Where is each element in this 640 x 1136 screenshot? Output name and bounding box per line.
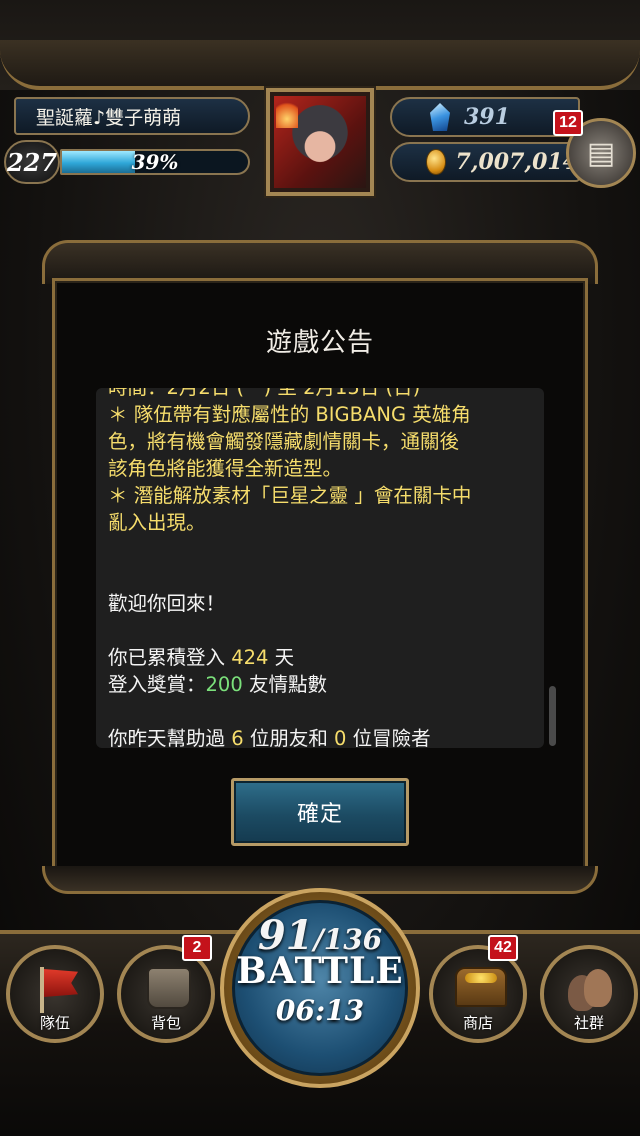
login-prefix: 你已累積登入 bbox=[108, 646, 232, 669]
level-row: 227 39% bbox=[4, 140, 254, 184]
player-name-plate[interactable]: 聖誕蘿♪雙子萌萌 bbox=[14, 97, 250, 135]
login-reward-text: 登入獎賞：200 友情點數 bbox=[108, 671, 532, 698]
battle-label: BATTLE bbox=[236, 950, 404, 992]
reward-suffix: 友情點數 bbox=[242, 673, 327, 696]
announcement-line: 該角色將能獲得全新造型。 bbox=[108, 457, 343, 480]
exp-bar: 39% bbox=[60, 149, 250, 175]
help-adventurers-value: 0 bbox=[334, 727, 347, 748]
nav-team-label: 隊伍 bbox=[39, 1014, 70, 1032]
announcement-content: 時間：2月2日 (一) 至 2月15日 (日) ＊ 隊伍帶有對應屬性的 BIGB… bbox=[108, 388, 532, 748]
exp-percent: 39% bbox=[131, 150, 179, 174]
coin-counter[interactable]: 7,007,014 bbox=[390, 142, 580, 182]
treasure-chest-icon bbox=[455, 967, 507, 1007]
stamina-timer: 06:13 bbox=[275, 994, 365, 1027]
notice-board-icon: ▤ bbox=[586, 135, 616, 171]
leader-avatar[interactable] bbox=[266, 88, 374, 196]
login-days-value: 424 bbox=[231, 646, 269, 669]
people-icon bbox=[568, 969, 614, 1011]
announcement-line: 時間：2月2日 (一) 至 2月15日 (日) bbox=[108, 388, 532, 401]
notice-badge: 12 bbox=[553, 110, 583, 136]
nav-social-label: 社群 bbox=[573, 1014, 604, 1032]
login-suffix: 天 bbox=[268, 646, 295, 669]
help-friends-value: 6 bbox=[231, 727, 244, 748]
coin-count: 7,007,014 bbox=[455, 149, 578, 175]
nav-team-button[interactable]: 隊伍 bbox=[6, 945, 104, 1043]
welcome-text: 歡迎你回來！ bbox=[108, 592, 226, 615]
announcement-line: 亂入出現。 bbox=[108, 511, 206, 534]
help-mid: 位朋友和 bbox=[243, 727, 335, 748]
coin-icon bbox=[426, 149, 446, 175]
help-prefix: 你昨天幫助過 bbox=[108, 727, 232, 748]
help-count-text: 你昨天幫助過 6 位朋友和 0 位冒險者 bbox=[108, 725, 532, 748]
shop-badge: 42 bbox=[488, 935, 518, 961]
announcement-line: ＊ 隊伍帶有對應屬性的 BIGBANG 英雄角 bbox=[108, 403, 471, 426]
nav-shop-label: 商店 bbox=[462, 1014, 493, 1032]
dialog-title: 遊戲公告 bbox=[265, 328, 374, 358]
login-days-text: 你已累積登入 424 天 bbox=[108, 644, 532, 671]
bag-badge: 2 bbox=[182, 935, 212, 961]
player-name: 聖誕蘿♪雙子萌萌 bbox=[36, 106, 182, 129]
confirm-button[interactable]: 確定 bbox=[231, 778, 409, 846]
gem-counter[interactable]: 391 bbox=[390, 97, 580, 137]
reward-prefix: 登入獎賞： bbox=[108, 673, 206, 696]
nav-social-button[interactable]: 社群 bbox=[540, 945, 638, 1043]
gem-count: 391 bbox=[464, 104, 510, 130]
backpack-icon bbox=[147, 967, 191, 1009]
announcement-scrollbar[interactable] bbox=[549, 686, 556, 746]
reward-value: 200 bbox=[205, 673, 243, 696]
nav-bag-label: 背包 bbox=[150, 1014, 181, 1032]
fire-attribute-icon bbox=[276, 98, 298, 128]
player-level: 227 bbox=[4, 140, 60, 184]
top-ornament bbox=[0, 40, 640, 90]
help-suffix: 位冒險者 bbox=[346, 727, 431, 748]
diamond-icon bbox=[430, 103, 450, 131]
announcement-line: ＊ 潛能解放素材「巨星之靈 」會在關卡中 bbox=[108, 484, 472, 507]
announcement-line: 色，將有機會觸發隱藏劇情關卡，通關後 bbox=[108, 430, 460, 453]
flag-icon bbox=[40, 967, 80, 1013]
announcement-scroll-area[interactable]: 時間：2月2日 (一) 至 2月15日 (日) ＊ 隊伍帶有對應屬性的 BIGB… bbox=[96, 388, 544, 748]
